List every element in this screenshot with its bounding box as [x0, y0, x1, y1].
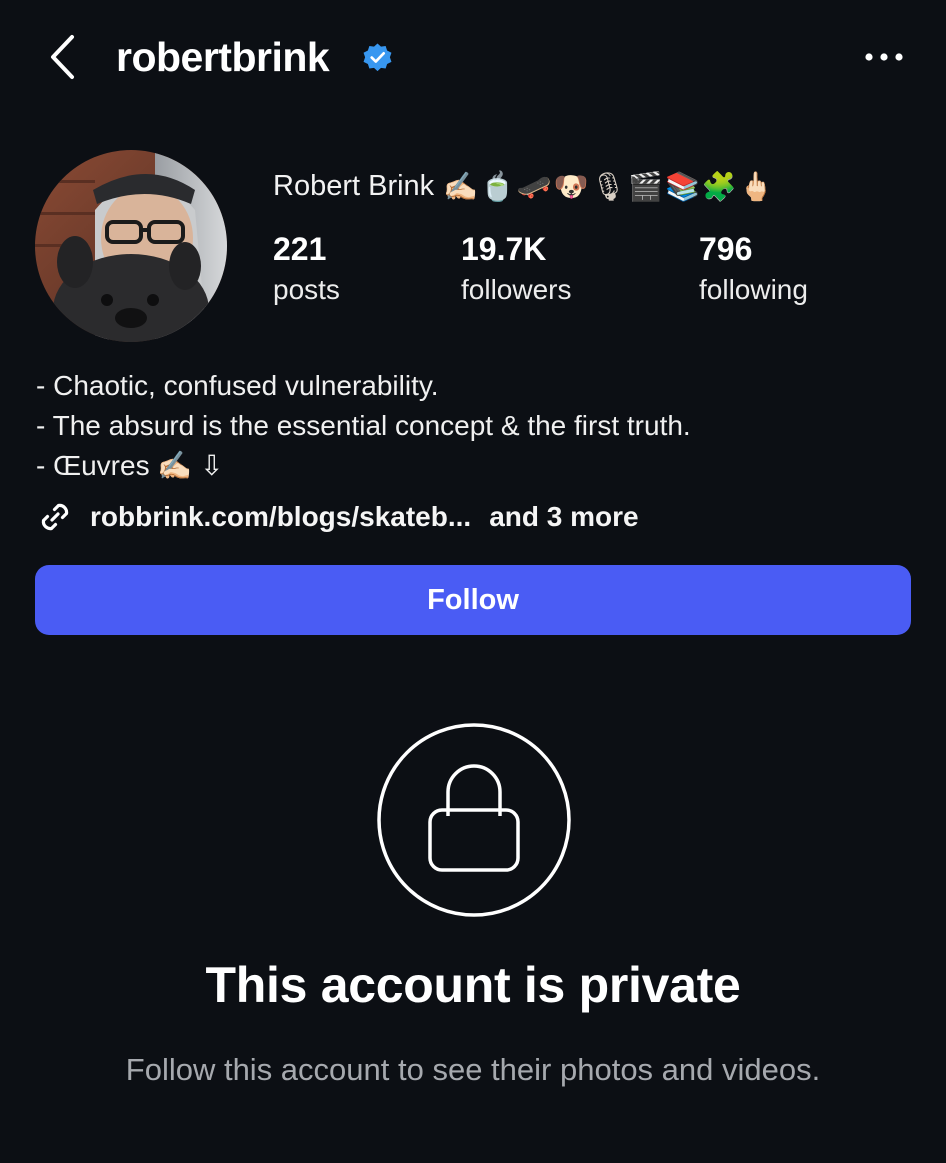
profile-bio: - Chaotic, confused vulnerability. - The…: [36, 366, 916, 486]
followers-count: 19.7K: [461, 231, 547, 267]
bio-line: - Œuvres ✍🏻 ⇩: [36, 450, 224, 481]
verified-badge-icon: [363, 43, 392, 72]
profile-link[interactable]: robbrink.com/blogs/skateb...: [90, 501, 471, 533]
display-name: Robert Brink: [273, 169, 435, 202]
stat-followers[interactable]: 19.7K followers: [461, 228, 661, 310]
following-count: 796: [699, 231, 753, 267]
bio-line: - Chaotic, confused vulnerability.: [36, 370, 439, 401]
lock-icon: [377, 723, 571, 917]
followers-label: followers: [461, 274, 572, 305]
profile-username: robertbrink: [116, 34, 330, 80]
follow-button[interactable]: Follow: [35, 565, 911, 635]
name-emojis: ✍🏻🍵🛹🐶🎙🎬📚🧩🖕🏻: [443, 169, 776, 203]
more-options-button[interactable]: [858, 36, 910, 78]
stat-posts[interactable]: 221 posts: [273, 228, 473, 310]
top-nav-bar: robertbrink: [0, 0, 946, 115]
link-icon: [41, 503, 69, 531]
profile-links[interactable]: robbrink.com/blogs/skateb... and 3 more: [36, 496, 639, 538]
private-account-title: This account is private: [205, 957, 741, 1013]
bio-line: - The absurd is the essential concept & …: [36, 410, 691, 441]
posts-count: 221: [273, 231, 327, 267]
following-label: following: [699, 274, 808, 305]
display-name-row: Robert Brink ✍🏻🍵🛹🐶🎙🎬📚🧩🖕🏻: [273, 164, 776, 208]
more-links[interactable]: and 3 more: [489, 501, 638, 533]
profile-avatar[interactable]: [35, 150, 227, 342]
avatar-photo: [35, 150, 227, 342]
back-button[interactable]: [40, 30, 84, 84]
more-horizontal-icon: [865, 53, 903, 61]
chevron-left-icon: [51, 35, 74, 79]
private-account-subtitle: Follow this account to see their photos …: [125, 1052, 821, 1087]
stat-following[interactable]: 796 following: [699, 228, 899, 310]
posts-label: posts: [273, 274, 340, 305]
